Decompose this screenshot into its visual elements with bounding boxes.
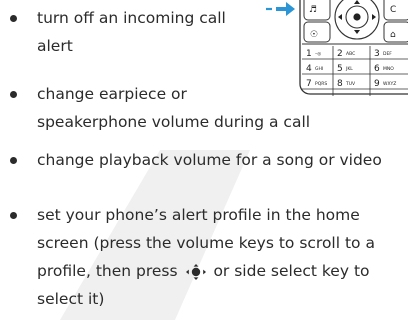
- keypad-key-number: 6: [374, 64, 380, 74]
- keypad-key-number: 1: [306, 49, 312, 59]
- keypad-key-number: 9: [374, 79, 380, 89]
- keypad-key-number: 2: [337, 49, 343, 59]
- item-text: set your phone’s alert profile in the ho…: [37, 206, 375, 308]
- svg-text:☉: ☉: [310, 30, 318, 40]
- keypad-key-letters: MNO: [383, 66, 394, 72]
- keypad-keys: 1 –◎ 2 ABC 3 DEF4 GHI 5 JKL 6 MNO7 PQRS 8 TUV 9 WXYZ: [306, 49, 396, 89]
- keypad-key-number: 8: [337, 79, 343, 89]
- keypad-key-letters: –◎: [315, 52, 321, 57]
- keypad-key-letters: PQRS: [315, 81, 327, 87]
- keypad-key-letters: GHI: [315, 66, 323, 72]
- keypad-key-letters: DEF: [383, 51, 392, 57]
- keypad-key-letters: ABC: [346, 51, 355, 57]
- bullet-icon: [10, 15, 17, 22]
- svg-text:⌂: ⌂: [390, 30, 396, 40]
- keypad-arrow-icon: [266, 2, 295, 16]
- item-text: turn off an incoming call alert: [37, 9, 226, 55]
- bullet-icon: [10, 157, 17, 164]
- keypad-key-letters: JKL: [345, 66, 353, 72]
- keypad-key-letters: WXYZ: [383, 81, 396, 87]
- svg-text:C: C: [390, 5, 396, 15]
- keypad-key-number: 4: [306, 64, 312, 74]
- keypad-key-letters: TUV: [345, 81, 356, 87]
- svg-text:♬: ♬: [309, 5, 317, 15]
- nav-select-icon: [185, 263, 206, 280]
- keypad-key-number: 3: [374, 49, 380, 59]
- bullet-icon: [10, 212, 17, 219]
- item-text: change playback volume for a song or vid…: [37, 151, 382, 169]
- keypad-key-number: 5: [337, 64, 343, 74]
- bullet-icon: [10, 91, 17, 98]
- item-text: change earpiece or speakerphone volume d…: [37, 85, 311, 131]
